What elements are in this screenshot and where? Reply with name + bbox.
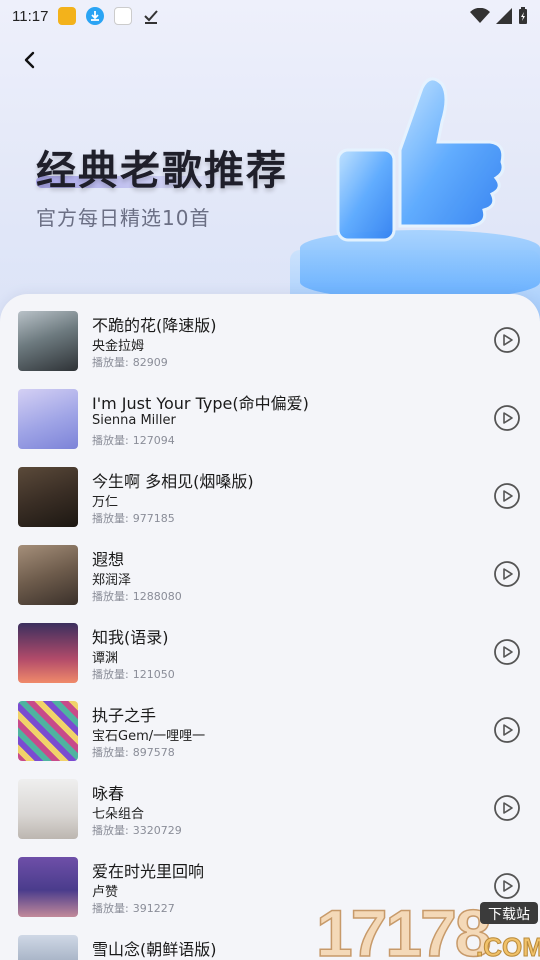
status-time: 11:17 bbox=[12, 7, 49, 25]
play-icon[interactable] bbox=[493, 404, 521, 432]
album-cover bbox=[18, 545, 78, 605]
play-count-label: 播放量: bbox=[92, 512, 129, 525]
page-subtitle: 官方每日精选10首 bbox=[36, 206, 211, 230]
wifi-icon bbox=[470, 8, 490, 23]
song-item[interactable]: 遐想 郑润泽 播放量: 1288080 bbox=[0, 536, 540, 614]
play-count-label: 播放量: bbox=[92, 668, 129, 681]
watermark-number: 17178 bbox=[316, 898, 490, 960]
play-count-label: 播放量: bbox=[92, 434, 129, 447]
signal-icon bbox=[496, 8, 512, 24]
album-cover bbox=[18, 779, 78, 839]
song-artist: 万仁 bbox=[92, 495, 119, 510]
play-count-value: 121050 bbox=[132, 668, 175, 681]
chevron-left-icon bbox=[24, 51, 35, 69]
song-item[interactable]: 咏春 七朵组合 播放量: 3320729 bbox=[0, 770, 540, 848]
play-count-value: 127094 bbox=[132, 434, 175, 447]
play-count-value: 82909 bbox=[132, 356, 168, 369]
play-count-label: 播放量: bbox=[92, 356, 129, 369]
play-count: 播放量: 82909 bbox=[92, 354, 172, 370]
play-count: 播放量: 3320729 bbox=[92, 822, 186, 838]
app-notification-icon-2 bbox=[114, 7, 133, 25]
song-title: I'm Just Your Type(命中偏爱) bbox=[92, 394, 309, 413]
back-button[interactable] bbox=[14, 44, 46, 76]
battery-icon bbox=[519, 7, 527, 24]
song-list: 不跪的花(降速版) 央金拉姆 播放量: 82909 I'm Just Your T… bbox=[0, 294, 540, 960]
play-count-label: 播放量: bbox=[92, 824, 129, 837]
watermark-tag: 下载站 bbox=[488, 907, 530, 923]
app-notification-icon bbox=[58, 7, 77, 25]
check-icon bbox=[142, 7, 160, 25]
play-count-value: 3320729 bbox=[132, 824, 182, 837]
album-cover bbox=[18, 311, 78, 371]
thumbs-up-icon bbox=[336, 77, 505, 242]
play-icon[interactable] bbox=[493, 560, 521, 588]
status-bar: 11:17 bbox=[0, 0, 540, 32]
site-watermark: 17178 下载站 .COM bbox=[314, 895, 540, 960]
album-cover bbox=[18, 701, 78, 761]
album-cover bbox=[18, 467, 78, 527]
play-icon[interactable] bbox=[493, 716, 521, 744]
album-cover bbox=[18, 857, 78, 917]
play-count: 播放量: 391227 bbox=[92, 900, 179, 916]
page-title: 经典老歌推荐 bbox=[36, 148, 288, 194]
song-artist: 郑润泽 bbox=[92, 573, 132, 588]
album-cover bbox=[18, 623, 78, 683]
play-count: 播放量: 127094 bbox=[92, 432, 179, 448]
song-item[interactable]: 执子之手 宝石Gem/一哩哩一 播放量: 897578 bbox=[0, 692, 540, 770]
song-artist: Sienna Miller bbox=[92, 413, 176, 428]
download-icon bbox=[86, 7, 105, 25]
play-count-value: 977185 bbox=[132, 512, 175, 525]
play-count: 播放量: 121050 bbox=[92, 666, 179, 682]
play-count-value: 391227 bbox=[132, 902, 175, 915]
song-title: 咏春 bbox=[92, 784, 125, 803]
song-title: 今生啊 多相见(烟嗓版) bbox=[92, 472, 254, 491]
play-count-label: 播放量: bbox=[92, 902, 129, 915]
song-item[interactable]: 今生啊 多相见(烟嗓版) 万仁 播放量: 977185 bbox=[0, 458, 540, 536]
play-icon[interactable] bbox=[493, 326, 521, 354]
play-count-value: 897578 bbox=[132, 746, 175, 759]
play-count: 播放量: 1288080 bbox=[92, 588, 186, 604]
album-cover bbox=[18, 389, 78, 449]
watermark-suffix: .COM bbox=[476, 932, 540, 960]
song-item[interactable]: 知我(语录) 谭渊 播放量: 121050 bbox=[0, 614, 540, 692]
song-title: 执子之手 bbox=[92, 706, 157, 725]
play-icon[interactable] bbox=[493, 638, 521, 666]
song-item[interactable]: 不跪的花(降速版) 央金拉姆 播放量: 82909 bbox=[0, 302, 540, 380]
song-title: 爱在时光里回响 bbox=[92, 862, 205, 881]
song-title: 不跪的花(降速版) bbox=[92, 316, 217, 335]
play-icon[interactable] bbox=[493, 482, 521, 510]
song-artist: 七朵组合 bbox=[92, 807, 145, 822]
song-item[interactable]: I'm Just Your Type(命中偏爱) Sienna Miller 播… bbox=[0, 380, 540, 458]
play-count-label: 播放量: bbox=[92, 590, 129, 603]
song-artist: 谭渊 bbox=[92, 651, 119, 666]
song-title: 知我(语录) bbox=[92, 628, 169, 647]
play-count-value: 1288080 bbox=[132, 590, 182, 603]
play-icon[interactable] bbox=[493, 794, 521, 822]
album-cover bbox=[18, 935, 78, 960]
song-artist: 宝石Gem/一哩哩一 bbox=[92, 729, 206, 744]
song-title: 雪山念(朝鲜语版) bbox=[92, 940, 217, 959]
play-count: 播放量: 897578 bbox=[92, 744, 179, 760]
song-artist: 卢赞 bbox=[92, 885, 119, 900]
song-artist: 央金拉姆 bbox=[92, 339, 145, 354]
play-count-label: 播放量: bbox=[92, 746, 129, 759]
song-title: 遐想 bbox=[92, 550, 125, 569]
play-count: 播放量: 977185 bbox=[92, 510, 179, 526]
play-icon[interactable] bbox=[493, 872, 521, 900]
